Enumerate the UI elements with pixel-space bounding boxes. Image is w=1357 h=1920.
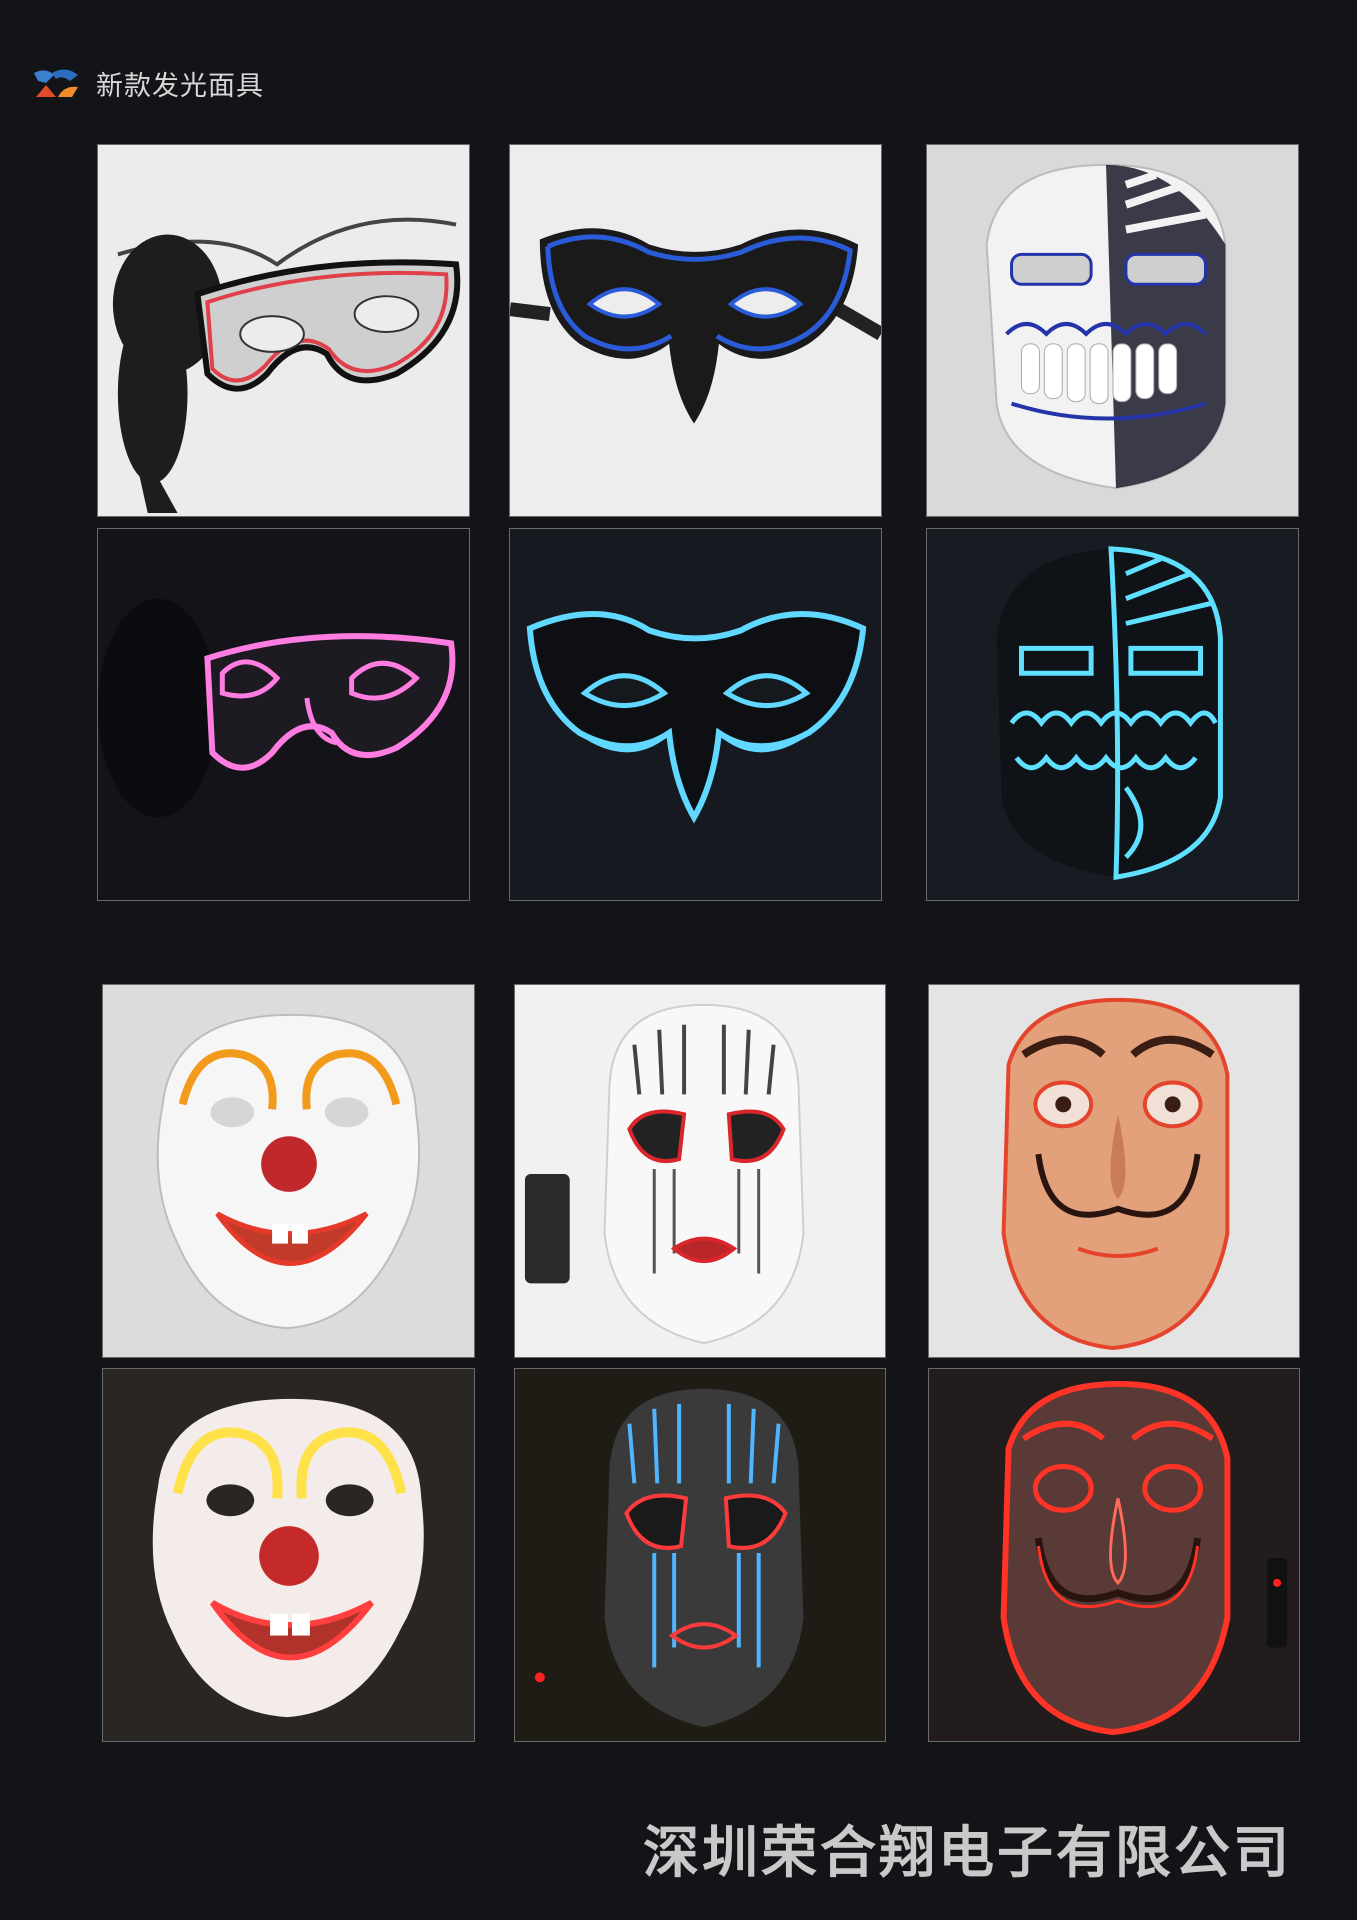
masquerade-mask-icon [98, 598, 456, 818]
skull-mask-icon [985, 163, 1227, 490]
venetian-mask-icon [510, 228, 881, 424]
clown-mask-glow [102, 1368, 475, 1742]
clown-mask-icon [152, 1398, 424, 1718]
company-name: 深圳荣合翔电子有限公司 [643, 1821, 1292, 1886]
tribal-face-mask-day [514, 984, 886, 1358]
dali-mask-icon [1000, 1380, 1288, 1736]
dali-mask-day [928, 984, 1300, 1358]
skull-half-mask-day [926, 144, 1299, 517]
dali-mask-icon [1001, 997, 1230, 1351]
venetian-mask-day [509, 144, 882, 517]
masquerade-lace-mask-day [97, 144, 470, 517]
page-title: 新款发光面具 [96, 71, 264, 102]
venetian-mask-glow [509, 528, 882, 901]
clown-mask-icon [156, 1013, 421, 1330]
tribal-face-mask-glow [514, 1368, 886, 1742]
tribal-mask-icon [534, 1388, 804, 1728]
venetian-mask-icon [526, 611, 867, 824]
masquerade-lace-mask-glow [97, 528, 470, 901]
tribal-mask-icon [524, 1003, 805, 1345]
skull-half-mask-glow [926, 528, 1299, 901]
page-header: 新款发光面具 [32, 64, 264, 103]
skull-mask-icon [996, 546, 1223, 881]
company-logo-icon [34, 68, 78, 97]
dali-mask-glow [928, 1368, 1300, 1742]
masquerade-mask-icon [112, 217, 461, 514]
clown-mask-day [102, 984, 475, 1358]
